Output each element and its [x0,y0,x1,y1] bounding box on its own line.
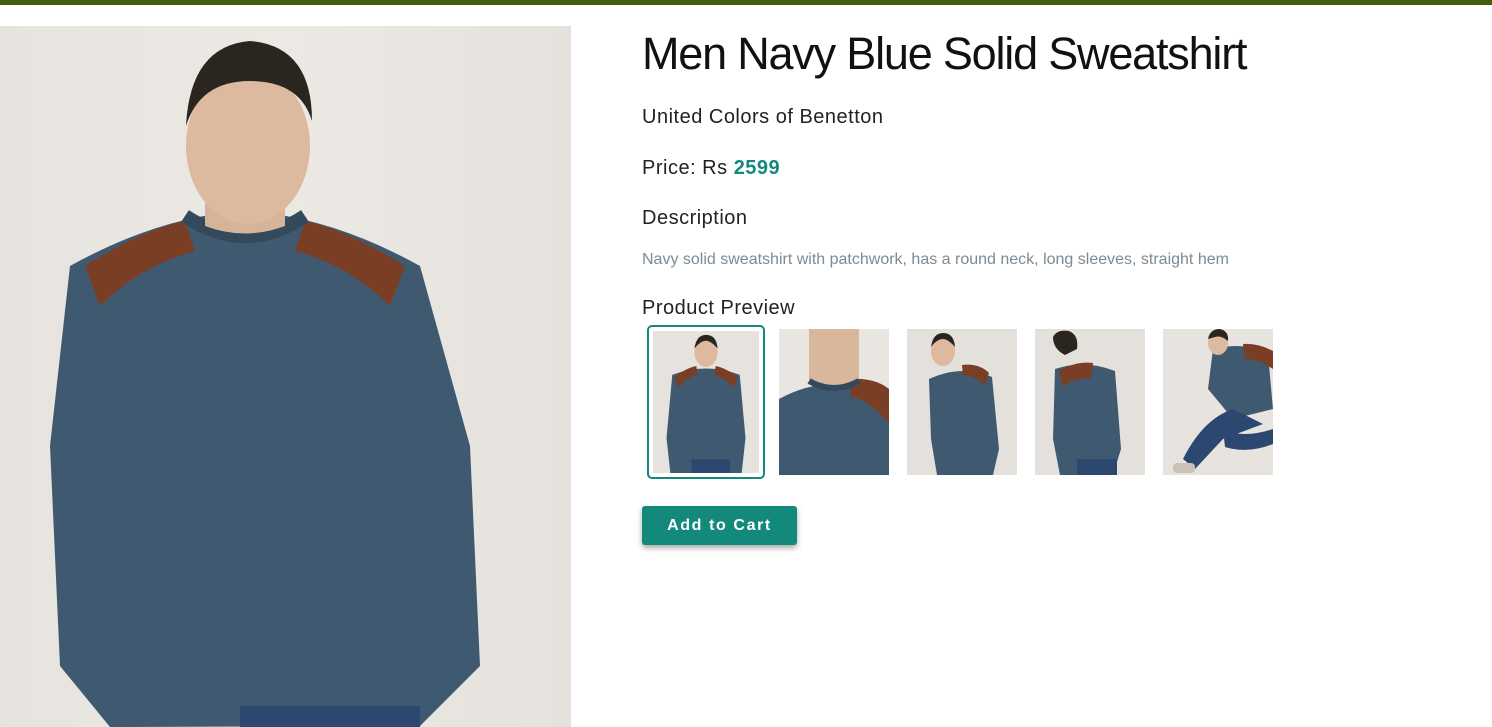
preview-thumbnail-4[interactable] [1035,329,1145,475]
preview-thumbnails [642,325,1282,479]
top-accent-bar [0,0,1492,5]
preview-thumbnail-5[interactable] [1163,329,1273,475]
product-price: Price: Rs 2599 [642,157,780,180]
preview-thumbnail-1[interactable] [647,325,765,479]
product-brand: United Colors of Benetton [642,106,884,128]
product-title: Men Navy Blue Solid Sweatshirt [642,28,1247,79]
preview-heading: Product Preview [642,297,796,319]
preview-thumbnail-3[interactable] [907,329,1017,475]
preview-thumbnail-2[interactable] [779,329,889,475]
add-to-cart-button[interactable]: Add to Cart [642,506,797,545]
price-value: 2599 [733,157,781,179]
price-label: Price: Rs [642,157,728,179]
description-text: Navy solid sweatshirt with patchwork, ha… [642,251,1229,268]
main-product-image [0,26,571,727]
description-heading: Description [642,207,748,229]
